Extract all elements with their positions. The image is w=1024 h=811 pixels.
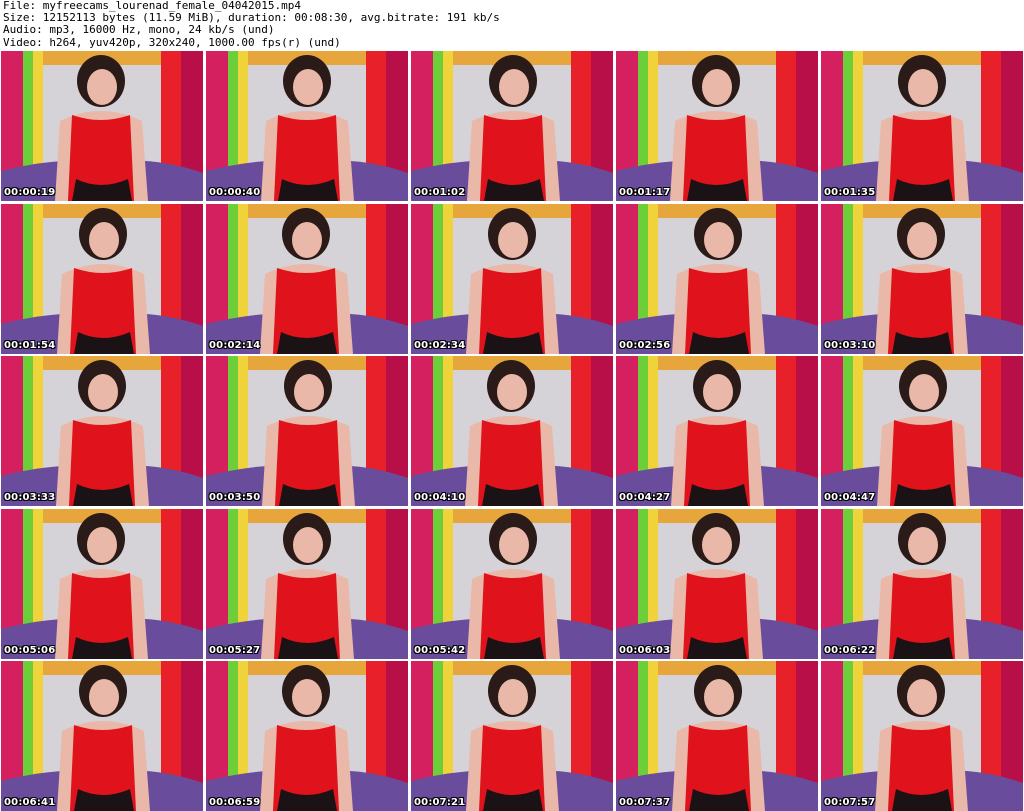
thumbnail-timestamp: 00:04:27 [619, 492, 671, 503]
thumbnail-timestamp: 00:03:33 [4, 492, 56, 503]
webcam-frame-image [821, 203, 1023, 354]
video-thumbnail: 00:07:37 [616, 661, 818, 811]
video-thumbnail: 00:06:03 [616, 508, 818, 659]
thumbnail-timestamp: 00:05:42 [414, 644, 466, 656]
video-thumbnail: 00:01:35 [821, 51, 1023, 201]
audio-info-line: Audio: mp3, 16000 Hz, mono, 24 kb/s (und… [3, 24, 275, 37]
webcam-frame-image [616, 661, 818, 811]
thumbnail-timestamp: 00:05:06 [4, 644, 56, 656]
video-thumbnail: 00:01:54 [1, 203, 203, 354]
video-thumbnail: 00:05:42 [411, 508, 613, 659]
video-thumbnail: 00:04:47 [821, 356, 1023, 506]
video-thumbnail: 00:04:27 [616, 356, 818, 506]
webcam-frame-image [411, 51, 613, 201]
video-thumbnail: 00:06:41 [1, 661, 203, 811]
thumbnail-timestamp: 00:01:17 [619, 187, 671, 198]
video-thumbnail: 00:03:10 [821, 203, 1023, 354]
thumbnail-timestamp: 00:06:41 [4, 797, 56, 808]
video-thumbnail: 00:02:34 [411, 203, 613, 354]
webcam-frame-image [206, 203, 408, 354]
webcam-frame-image [616, 508, 818, 659]
thumbnail-timestamp: 00:04:47 [824, 492, 876, 503]
thumbnail-timestamp: 00:07:21 [414, 797, 466, 808]
webcam-frame-image [206, 51, 408, 201]
webcam-frame-image [821, 661, 1023, 811]
webcam-frame-image [411, 203, 613, 354]
thumbnail-timestamp: 00:00:19 [4, 187, 56, 198]
webcam-frame-image [1, 356, 203, 506]
thumbnail-timestamp: 00:00:40 [209, 187, 261, 198]
video-thumbnail: 00:07:21 [411, 661, 613, 811]
video-thumbnail: 00:01:17 [616, 51, 818, 201]
webcam-frame-image [1, 203, 203, 354]
video-thumbnail: 00:07:57 [821, 661, 1023, 811]
thumbnail-timestamp: 00:01:54 [4, 339, 56, 351]
webcam-frame-image [411, 661, 613, 811]
webcam-frame-image [1, 661, 203, 811]
video-thumbnail: 00:04:10 [411, 356, 613, 506]
webcam-frame-image [616, 203, 818, 354]
webcam-frame-image [1, 51, 203, 201]
thumbnail-timestamp: 00:07:57 [824, 797, 876, 808]
thumbnail-timestamp: 00:03:50 [209, 492, 261, 503]
video-thumbnail: 00:03:33 [1, 356, 203, 506]
video-thumbnail: 00:00:40 [206, 51, 408, 201]
webcam-frame-image [411, 356, 613, 506]
thumbnail-timestamp: 00:06:59 [209, 797, 261, 808]
webcam-frame-image [821, 51, 1023, 201]
thumbnail-timestamp: 00:02:34 [414, 339, 466, 351]
webcam-frame-image [616, 356, 818, 506]
thumbnail-timestamp: 00:07:37 [619, 797, 671, 808]
file-size-line: Size: 12152113 bytes (11.59 MiB), durati… [3, 12, 500, 25]
thumbnail-grid: 00:00:19 00:00:40 00:01:02 00:01:17 00:0… [1, 51, 1023, 811]
webcam-frame-image [206, 508, 408, 659]
thumbnail-timestamp: 00:06:22 [824, 644, 876, 656]
webcam-frame-image [616, 51, 818, 201]
thumbnail-timestamp: 00:03:10 [824, 339, 876, 351]
webcam-frame-image [206, 661, 408, 811]
thumbnail-timestamp: 00:01:35 [824, 187, 876, 198]
video-thumbnail: 00:05:27 [206, 508, 408, 659]
webcam-frame-image [206, 356, 408, 506]
webcam-frame-image [1, 508, 203, 659]
thumbnail-timestamp: 00:04:10 [414, 492, 466, 503]
video-thumbnail: 00:03:50 [206, 356, 408, 506]
file-name-line: File: myfreecams_lourenad_female_0404201… [3, 0, 302, 12]
thumbnail-timestamp: 00:06:03 [619, 644, 671, 656]
video-thumbnail: 00:05:06 [1, 508, 203, 659]
video-thumbnail: 00:00:19 [1, 51, 203, 201]
video-thumbnail: 00:02:14 [206, 203, 408, 354]
thumbnail-timestamp: 00:01:02 [414, 187, 466, 198]
thumbnail-timestamp: 00:02:14 [209, 339, 261, 351]
video-thumbnail: 00:02:56 [616, 203, 818, 354]
webcam-frame-image [411, 508, 613, 659]
video-thumbnail: 00:06:59 [206, 661, 408, 811]
thumbnail-timestamp: 00:02:56 [619, 339, 671, 351]
thumbnail-timestamp: 00:05:27 [209, 644, 261, 656]
video-info-header: File: myfreecams_lourenad_female_0404201… [3, 0, 1021, 50]
webcam-frame-image [821, 356, 1023, 506]
video-thumbnail: 00:01:02 [411, 51, 613, 201]
video-thumbnail: 00:06:22 [821, 508, 1023, 659]
video-info-line: Video: h264, yuv420p, 320x240, 1000.00 f… [3, 36, 341, 49]
webcam-frame-image [821, 508, 1023, 659]
